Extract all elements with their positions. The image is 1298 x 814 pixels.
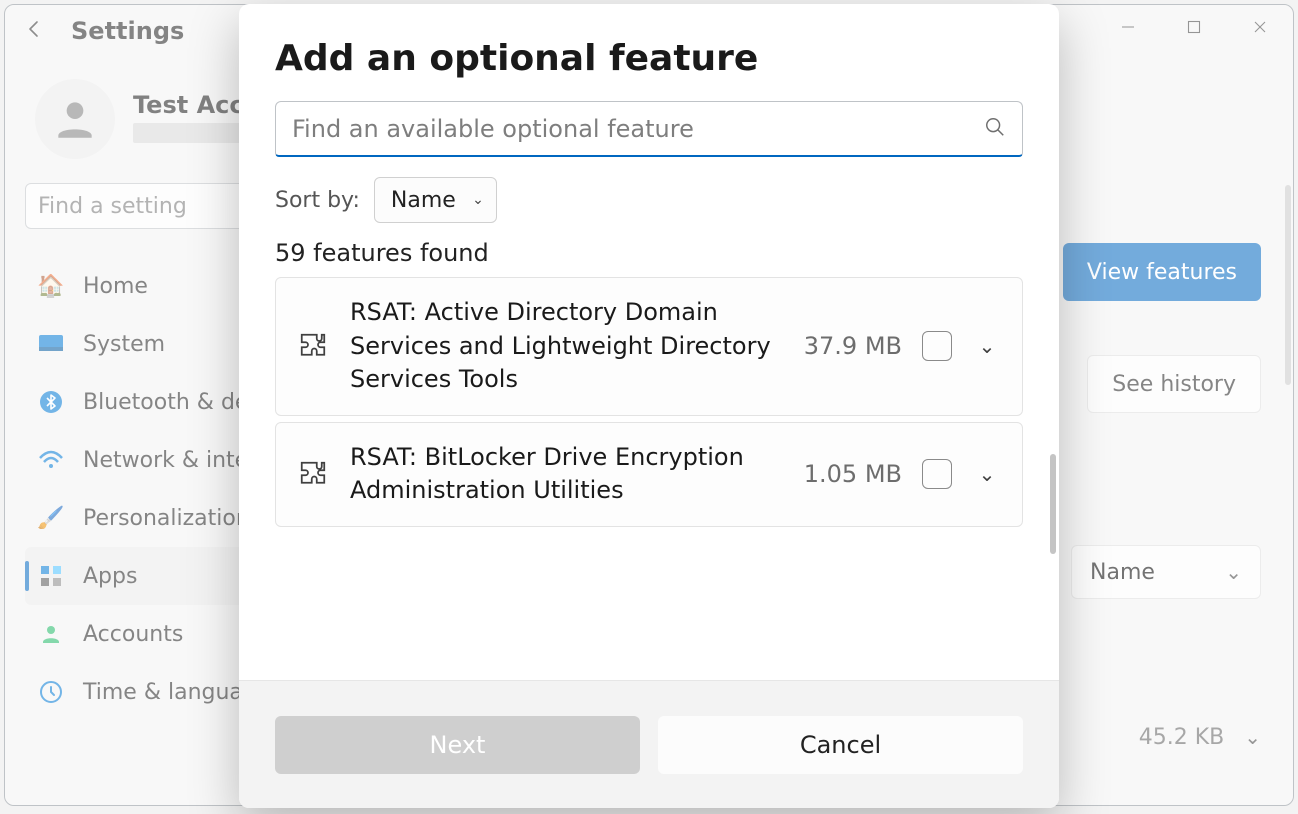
chevron-down-icon[interactable]: ⌄: [972, 334, 1002, 358]
feature-checkbox[interactable]: [922, 331, 952, 361]
cancel-button[interactable]: Cancel: [658, 716, 1023, 774]
chevron-down-icon: ⌄: [472, 192, 484, 208]
feature-name: RSAT: Active Directory Domain Services a…: [350, 296, 784, 397]
dialog-title: Add an optional feature: [275, 38, 1023, 79]
dialog-footer: Next Cancel: [239, 680, 1059, 808]
next-button-label: Next: [430, 731, 486, 759]
sort-label: Sort by:: [275, 188, 360, 213]
feature-item[interactable]: RSAT: Active Directory Domain Services a…: [275, 277, 1023, 416]
next-button[interactable]: Next: [275, 716, 640, 774]
puzzle-icon: [296, 459, 330, 489]
chevron-down-icon[interactable]: ⌄: [972, 462, 1002, 486]
puzzle-icon: [296, 331, 330, 361]
dialog-search-input[interactable]: [292, 115, 984, 143]
feature-size: 37.9 MB: [804, 332, 902, 360]
cancel-button-label: Cancel: [800, 731, 881, 759]
dialog-sort-row: Sort by: Name ⌄: [275, 177, 1023, 223]
feature-list: RSAT: Active Directory Domain Services a…: [275, 277, 1023, 607]
feature-size: 1.05 MB: [804, 460, 902, 488]
search-icon: [984, 116, 1006, 142]
dialog-sort-dropdown[interactable]: Name ⌄: [374, 177, 497, 223]
feature-name: RSAT: BitLocker Drive Encryption Adminis…: [350, 441, 784, 508]
dialog-scrollbar[interactable]: [1050, 454, 1056, 554]
feature-checkbox[interactable]: [922, 459, 952, 489]
dialog-search[interactable]: [275, 101, 1023, 157]
add-feature-dialog: Add an optional feature Sort by: Name ⌄ …: [239, 4, 1059, 808]
features-found-label: 59 features found: [275, 239, 1023, 267]
feature-item[interactable]: RSAT: BitLocker Drive Encryption Adminis…: [275, 422, 1023, 527]
dialog-sort-value: Name: [391, 188, 456, 213]
